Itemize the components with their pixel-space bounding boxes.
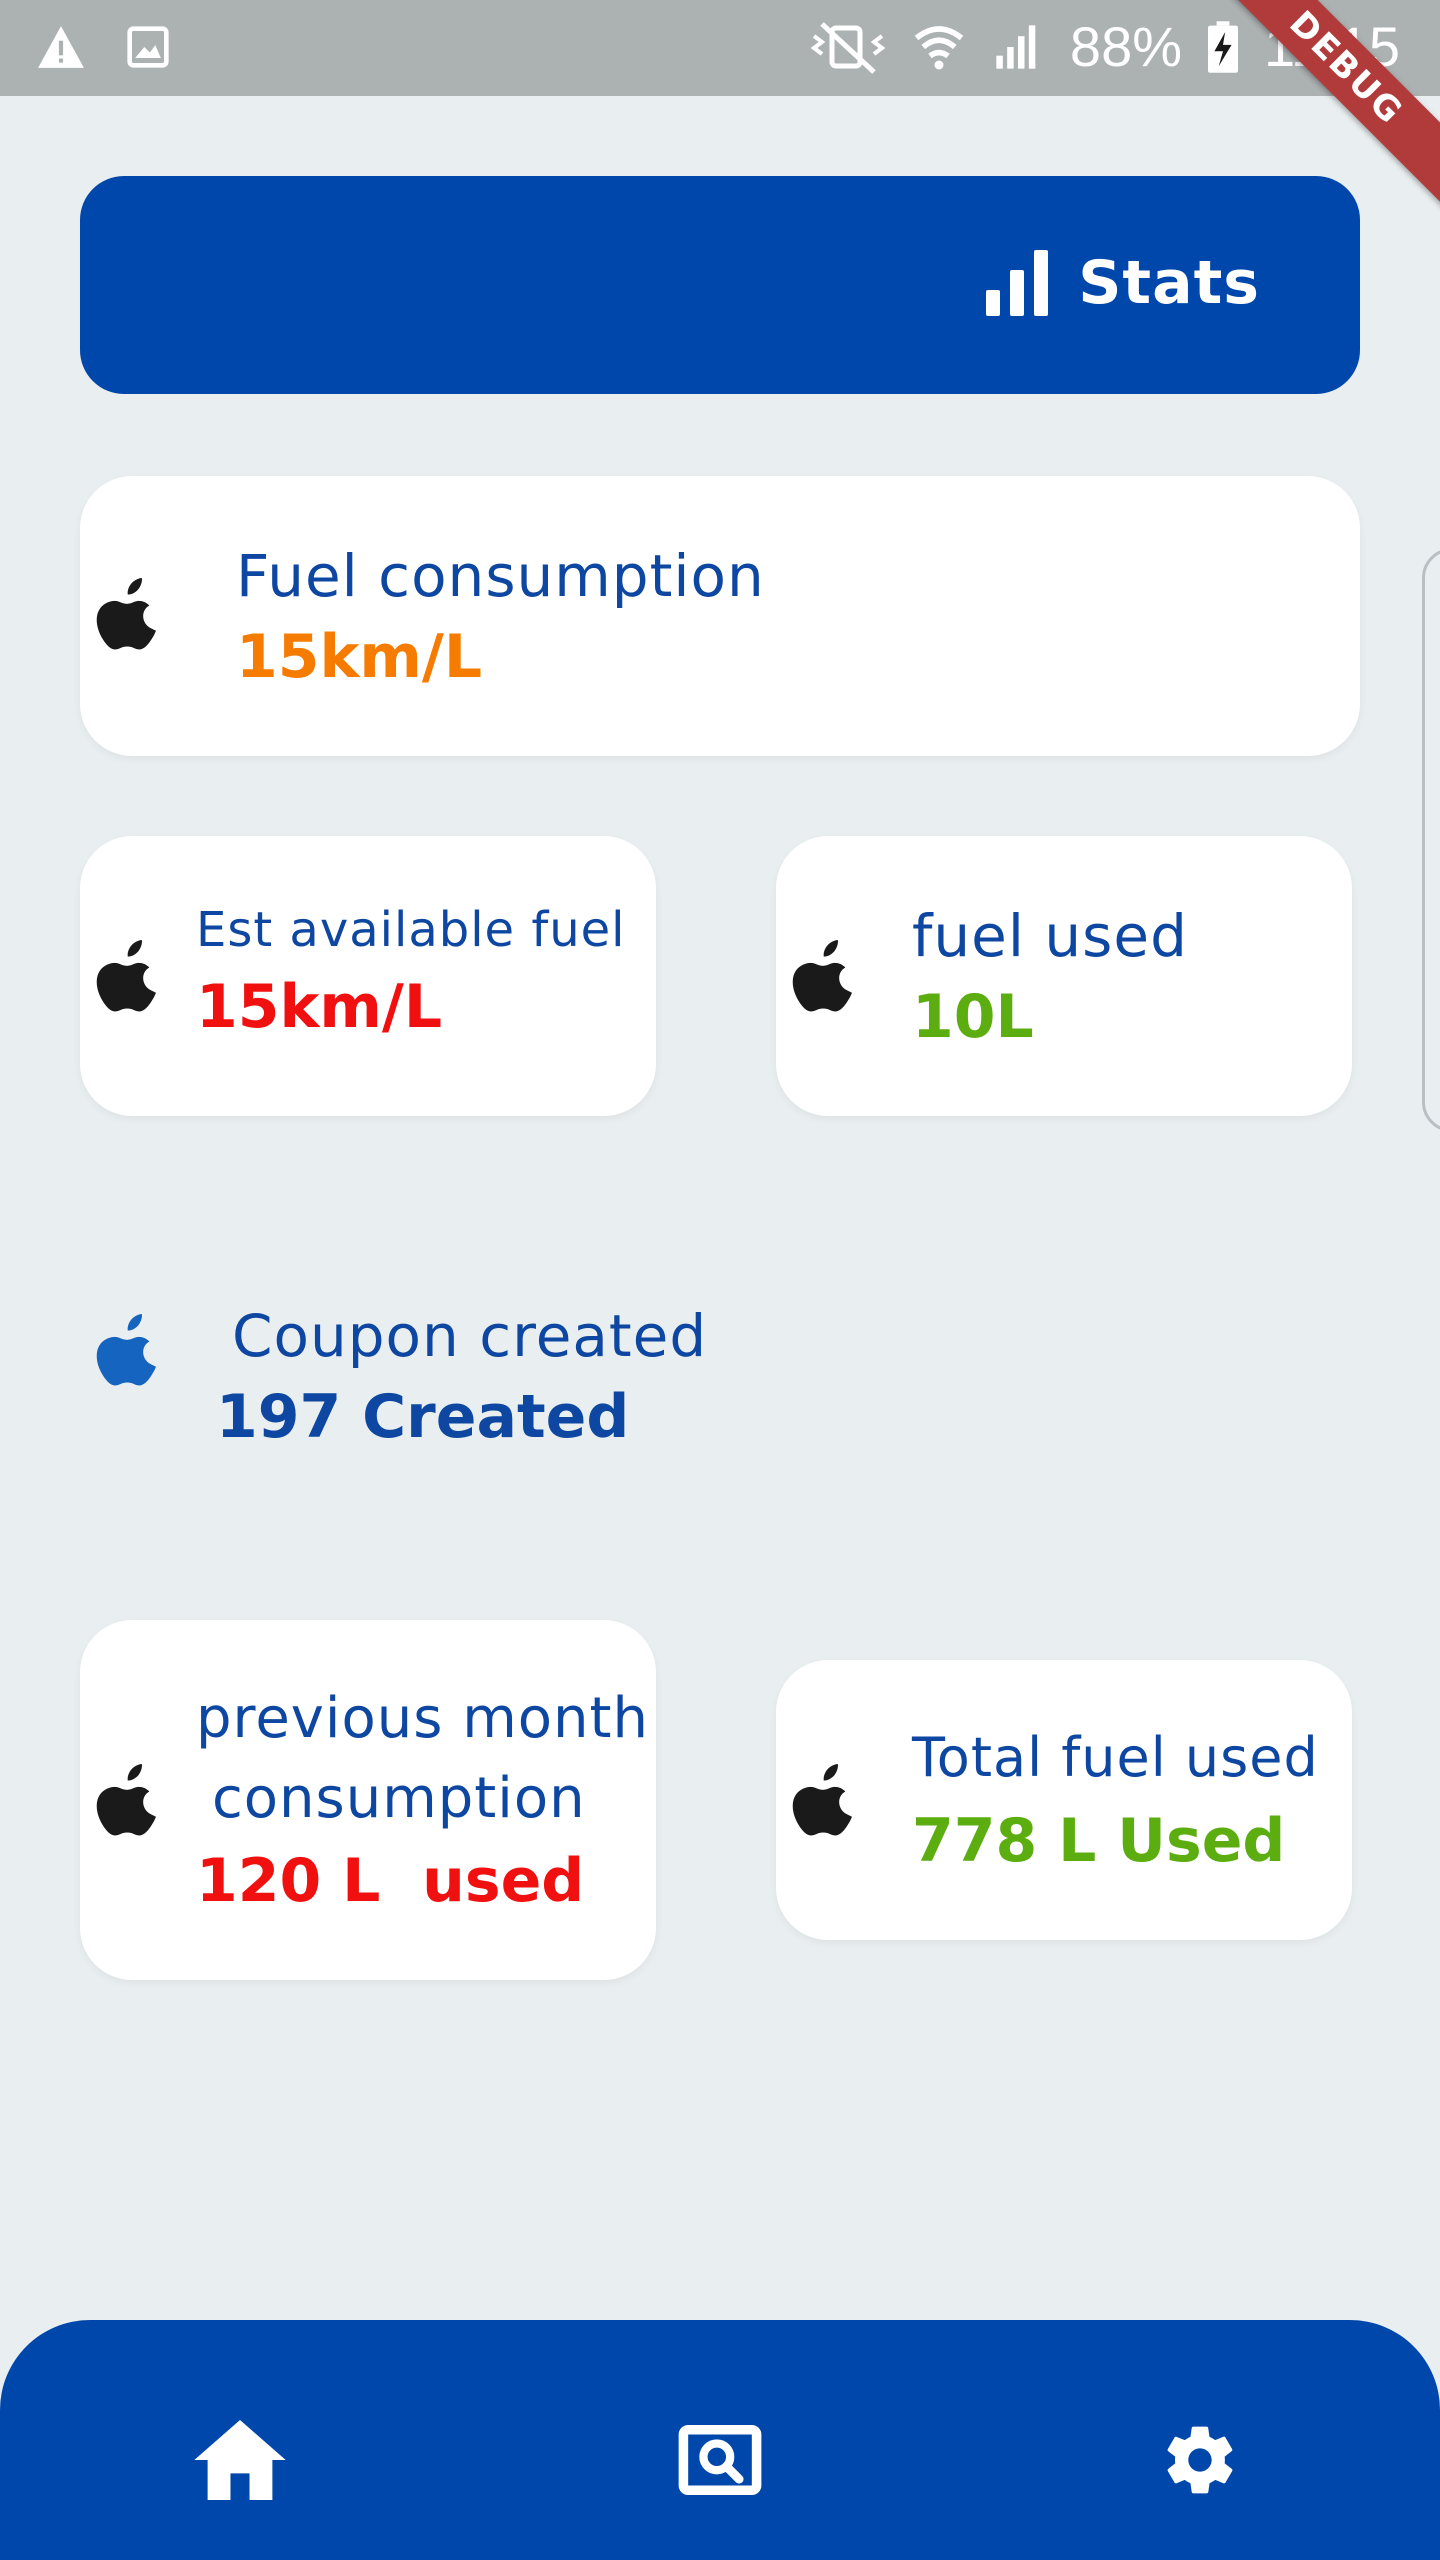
- apple-icon: [96, 940, 156, 1012]
- previous-month-label-line2: consumption: [212, 1766, 586, 1831]
- battery-charging-icon: [1208, 20, 1239, 73]
- previous-month-card[interactable]: previous month consumption 120 L used: [80, 1620, 656, 1980]
- apple-icon: [96, 1314, 156, 1386]
- nav-home-button[interactable]: [180, 2400, 300, 2520]
- previous-month-value: 120 L used: [196, 1846, 585, 1916]
- search-screen-icon: [678, 2425, 762, 2495]
- est-available-fuel-label: Est available fuel: [196, 902, 626, 958]
- fuel-used-label: fuel used: [912, 902, 1188, 970]
- total-fuel-used-value: 778 L Used: [912, 1806, 1286, 1876]
- apple-icon: [96, 578, 156, 650]
- fuel-used-value: 10L: [912, 982, 1034, 1052]
- coupon-created-value: 197 Created: [216, 1382, 630, 1452]
- apple-icon: [792, 1764, 852, 1836]
- status-bar: 88% 11:15: [0, 0, 1440, 96]
- fuel-consumption-value: 15km/L: [236, 622, 483, 692]
- apple-icon: [96, 1764, 156, 1836]
- total-fuel-used-card[interactable]: Total fuel used 778 L Used: [776, 1660, 1352, 1940]
- battery-percentage: 88%: [1069, 15, 1183, 78]
- coupon-created-section[interactable]: Coupon created 197 Created: [80, 1276, 880, 1476]
- home-icon: [194, 2420, 286, 2500]
- est-available-fuel-card[interactable]: Est available fuel 15km/L: [80, 836, 656, 1116]
- nav-settings-button[interactable]: [1140, 2400, 1260, 2520]
- est-available-fuel-value: 15km/L: [196, 972, 443, 1042]
- coupon-created-label: Coupon created: [232, 1302, 708, 1370]
- total-fuel-used-label: Total fuel used: [912, 1726, 1319, 1789]
- stats-header: Stats: [80, 176, 1360, 394]
- vibrate-mute-icon: [810, 21, 886, 74]
- nav-search-button[interactable]: [660, 2400, 780, 2520]
- next-page-edge: [1422, 548, 1440, 1132]
- fuel-consumption-card[interactable]: Fuel consumption 15km/L: [80, 476, 1360, 756]
- fuel-used-card[interactable]: fuel used 10L: [776, 836, 1352, 1116]
- warning-icon: [38, 26, 84, 68]
- bar-chart-icon: [986, 250, 1049, 316]
- bottom-navigation: [0, 2320, 1440, 2560]
- wifi-icon: [914, 25, 964, 69]
- image-icon: [127, 26, 169, 68]
- gear-icon: [1167, 2426, 1233, 2494]
- apple-icon: [792, 940, 852, 1012]
- fuel-consumption-label: Fuel consumption: [236, 542, 765, 610]
- previous-month-label-line1: previous month: [196, 1686, 649, 1751]
- header-title: Stats: [1078, 248, 1260, 318]
- signal-icon: [996, 24, 1036, 69]
